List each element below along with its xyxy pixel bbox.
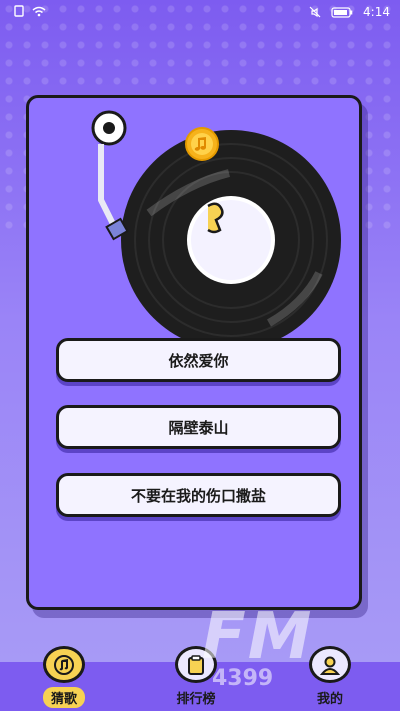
answer-option-1[interactable]: 依然爱你 <box>56 338 341 382</box>
answer-option-3[interactable]: 不要在我的伤口撒盐 <box>56 473 341 517</box>
tab-guess-song[interactable]: 猜歌 <box>32 646 96 708</box>
tab-label: 我的 <box>316 692 343 707</box>
mute-icon <box>309 6 321 18</box>
tab-label: 猜歌 <box>42 687 85 708</box>
tonearm <box>91 110 129 241</box>
answer-option-2[interactable]: 隔壁泰山 <box>56 405 341 449</box>
watermark-logo: FM 4399 <box>200 600 400 691</box>
status-time: 4:14 <box>363 5 390 19</box>
music-note-icon <box>207 202 224 234</box>
music-note-icon <box>54 654 74 675</box>
battery-icon <box>331 6 353 18</box>
watermark-text: FM <box>202 600 314 674</box>
status-bar: 4:14 <box>0 0 400 24</box>
watermark-subtext: 4399 <box>212 666 274 691</box>
quiz-card: 依然爱你 隔壁泰山 不要在我的伤口撒盐 <box>26 95 362 610</box>
wifi-icon <box>32 6 46 16</box>
coin-icon <box>185 127 219 161</box>
sim-icon <box>14 5 24 17</box>
